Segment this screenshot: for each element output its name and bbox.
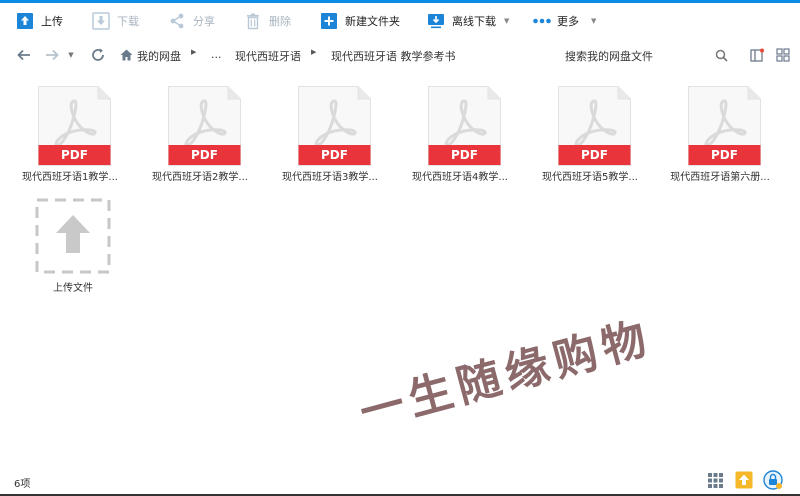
navigation-bar: ▼ 我的网盘 ▶ ... 现代西班牙语 ▶ 现代西班牙语 教学参考书 搜索我的网… — [0, 40, 800, 70]
file-item[interactable]: PDF 现代西班牙语1教学... — [5, 86, 135, 186]
upload-arrow-icon — [35, 198, 111, 274]
arrow-left-icon — [17, 49, 30, 61]
panel-toggle-button[interactable] — [749, 47, 765, 63]
more-button[interactable]: 更多 ▼ — [532, 11, 596, 31]
upload-file-tile[interactable]: 上传文件 — [33, 197, 113, 297]
delete-button[interactable]: 删除 — [244, 11, 291, 31]
breadcrumb-current[interactable]: 现代西班牙语 教学参考书 — [331, 48, 456, 64]
view-options-button[interactable] — [775, 47, 791, 63]
file-name: 现代西班牙语5教学... — [542, 172, 638, 183]
breadcrumb-parent[interactable]: 现代西班牙语 — [235, 48, 301, 64]
lock-icon[interactable] — [763, 470, 783, 490]
chevron-down-icon: ▼ — [68, 51, 74, 59]
breadcrumb-root[interactable]: 我的网盘 — [137, 48, 181, 64]
new-folder-label: 新建文件夹 — [345, 15, 400, 28]
pdf-badge: PDF — [61, 148, 88, 162]
offline-download-button[interactable]: 离线下载 ▼ — [427, 11, 509, 31]
chevron-down-icon[interactable]: ▼ — [591, 17, 596, 25]
delete-label: 删除 — [269, 15, 291, 28]
pdf-badge: PDF — [711, 148, 738, 162]
grid-icon — [776, 48, 790, 62]
more-icon — [533, 18, 551, 24]
download-label: 下载 — [117, 15, 139, 28]
new-folder-button[interactable]: 新建文件夹 — [320, 11, 400, 31]
upload-icon — [17, 13, 33, 29]
offline-download-label: 离线下载 — [452, 15, 496, 28]
file-name: 现代西班牙语3教学... — [282, 172, 378, 183]
file-name: 现代西班牙语2教学... — [152, 172, 248, 183]
share-button[interactable]: 分享 — [168, 11, 215, 31]
more-label: 更多 — [557, 15, 579, 28]
search-input[interactable]: 搜索我的网盘文件 — [565, 48, 653, 64]
chevron-right-icon: ▶ — [191, 48, 197, 56]
chevron-down-icon[interactable]: ▼ — [504, 17, 509, 25]
file-name: 现代西班牙语4教学... — [412, 172, 508, 183]
arrow-right-icon — [46, 49, 59, 61]
grid-view-icon[interactable] — [708, 473, 723, 488]
offline-download-icon — [428, 14, 444, 29]
status-bar: 6项 — [0, 466, 800, 496]
breadcrumb-ellipsis[interactable]: ... — [211, 48, 222, 61]
file-item[interactable]: PDF 现代西班牙语2教学... — [135, 86, 265, 186]
search-button[interactable] — [713, 47, 729, 63]
file-item[interactable]: PDF 现代西班牙语3教学... — [265, 86, 395, 186]
pdf-badge: PDF — [191, 148, 218, 162]
home-icon — [120, 49, 132, 61]
toolbar: 上传 下载 分享 删除 新建文件夹 离线下载 ▼ 更多 ▼ — [0, 3, 800, 37]
file-item[interactable]: PDF 现代西班牙语5教学... — [525, 86, 655, 186]
upload-label: 上传 — [41, 15, 63, 28]
back-button[interactable] — [16, 47, 32, 63]
share-label: 分享 — [193, 15, 215, 28]
pdf-badge: PDF — [451, 148, 478, 162]
download-button[interactable]: 下载 — [92, 11, 139, 31]
trash-icon — [247, 13, 259, 30]
file-name: 现代西班牙语1教学... — [22, 172, 118, 183]
home-button[interactable] — [119, 47, 133, 63]
refresh-button[interactable] — [90, 47, 106, 63]
refresh-icon — [92, 48, 104, 61]
pdf-badge: PDF — [581, 148, 608, 162]
forward-button[interactable] — [44, 47, 60, 63]
file-item[interactable]: PDF 现代西班牙语4教学... — [395, 86, 525, 186]
file-name: 现代西班牙语第六册... — [670, 172, 770, 183]
search-icon — [715, 49, 728, 62]
transfer-icon[interactable] — [735, 471, 753, 489]
file-item[interactable]: PDF 现代西班牙语第六册... — [655, 86, 785, 186]
share-icon — [170, 13, 184, 29]
item-count: 6项 — [14, 479, 31, 490]
download-icon — [92, 12, 110, 30]
new-folder-icon — [321, 13, 337, 29]
watermark-text: 一生随缘购物 — [354, 312, 658, 439]
upload-button[interactable]: 上传 — [16, 11, 63, 31]
panel-icon — [750, 48, 764, 62]
pdf-badge: PDF — [321, 148, 348, 162]
chevron-right-icon: ▶ — [311, 48, 317, 56]
history-dropdown[interactable]: ▼ — [66, 47, 76, 63]
upload-file-label: 上传文件 — [53, 283, 93, 294]
